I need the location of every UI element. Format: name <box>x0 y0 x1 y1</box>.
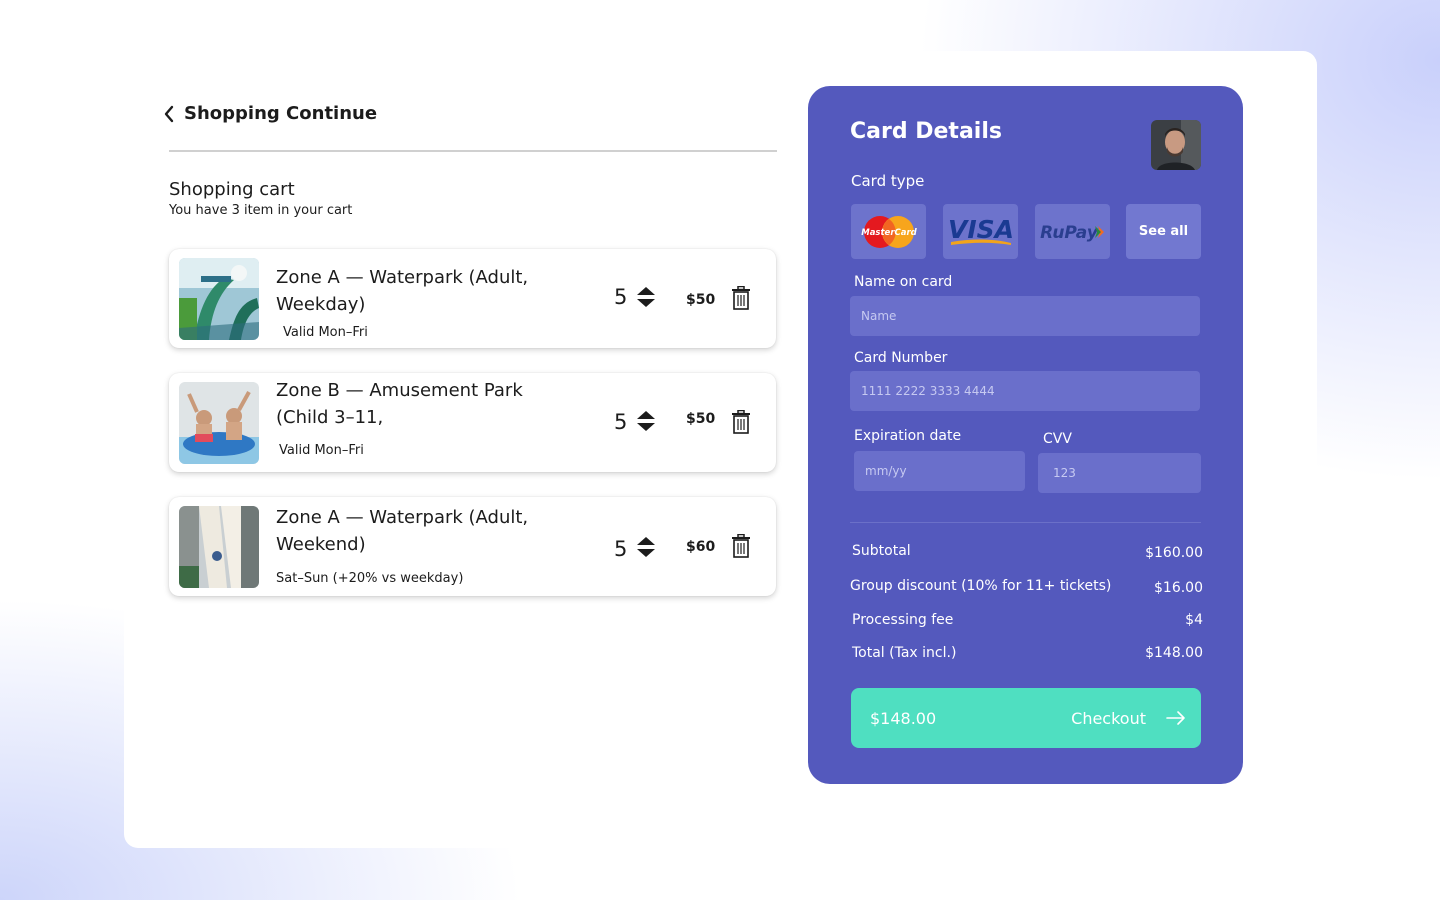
checkout-amount: $148.00 <box>870 709 937 728</box>
name-label: Name on card <box>854 274 953 290</box>
back-link[interactable]: Shopping Continue <box>163 103 377 124</box>
name-on-card-input[interactable] <box>850 296 1200 336</box>
quantity-value: 5 <box>614 537 628 561</box>
subtotal-value: $160.00 <box>1145 545 1203 561</box>
cart-item: Zone A — Waterpark (Adult, Weekend) Sat–… <box>169 497 776 596</box>
processing-fee-label: Processing fee <box>852 612 954 628</box>
quantity-stepper[interactable] <box>636 536 656 558</box>
item-title: Zone B — Amusement Park (Child 3–11, <box>276 380 523 428</box>
item-note: Sat–Sun (+20% vs weekday) <box>276 571 464 586</box>
sort-arrows-icon <box>637 537 655 557</box>
avatar[interactable] <box>1151 120 1201 170</box>
item-title: Zone A — Waterpark (Adult, Weekday) <box>276 267 529 315</box>
quantity-value: 5 <box>614 285 628 309</box>
quantity-value: 5 <box>614 410 628 434</box>
checkout-button[interactable]: $148.00 Checkout <box>851 688 1201 748</box>
cart-subtitle: You have 3 item in your cart <box>169 203 353 218</box>
cart-item: Zone B — Amusement Park (Child 3–11, Val… <box>169 373 776 472</box>
summary-divider <box>850 522 1201 523</box>
cvv-label: CVV <box>1043 431 1072 447</box>
rupay-logo-icon: RuPay <box>1040 223 1104 243</box>
checkout-label: Checkout <box>1071 709 1146 728</box>
rupay-logo-text: RuPay <box>1040 223 1099 243</box>
item-price: $50 <box>686 411 716 427</box>
item-title: Zone A — Waterpark (Adult, Weekend) <box>276 507 529 555</box>
item-note: Valid Mon–Fri <box>283 325 368 340</box>
panel-title: Card Details <box>850 119 1002 144</box>
chevron-left-icon <box>164 105 174 122</box>
sort-arrows-icon <box>637 411 655 431</box>
slide-tower-photo <box>179 506 259 588</box>
trash-icon[interactable] <box>731 286 751 310</box>
expiry-label: Expiration date <box>854 428 962 444</box>
card-type-label: Card type <box>851 172 925 190</box>
cart-item: Zone A — Waterpark (Adult, Weekday) Vali… <box>169 249 776 348</box>
visa-logo-icon: VISA <box>947 215 1014 245</box>
card-number-label: Card Number <box>854 350 948 366</box>
waterslide-photo <box>179 258 259 340</box>
quantity-stepper[interactable] <box>636 286 656 308</box>
total-label: Total (Tax incl.) <box>852 645 957 661</box>
item-price: $60 <box>686 539 716 555</box>
card-details-panel: Card Details Card type MasterCard VISA R… <box>808 86 1243 784</box>
card-type-mastercard[interactable]: MasterCard <box>851 204 926 259</box>
divider <box>169 150 777 152</box>
processing-fee-value: $4 <box>1185 612 1203 628</box>
see-all-card-types-button[interactable]: See all <box>1126 204 1201 259</box>
cart-title: Shopping cart <box>169 179 295 200</box>
total-value: $148.00 <box>1145 645 1203 661</box>
trash-icon[interactable] <box>731 534 751 558</box>
tube-ride-photo <box>179 382 259 464</box>
item-price: $50 <box>686 292 716 308</box>
trash-icon[interactable] <box>731 410 751 434</box>
sort-arrows-icon <box>637 287 655 307</box>
discount-value: $16.00 <box>1154 580 1203 596</box>
item-note: Valid Mon–Fri <box>279 443 364 458</box>
arrow-right-icon <box>1166 711 1185 725</box>
card-number-input[interactable] <box>850 371 1200 411</box>
back-link-label: Shopping Continue <box>184 103 378 124</box>
card-type-rupay[interactable]: RuPay <box>1035 204 1110 259</box>
mastercard-logo-icon: MasterCard <box>861 215 917 248</box>
discount-label: Group discount (10% for 11+ tickets) <box>850 578 1112 594</box>
mastercard-logo-text: MasterCard <box>861 228 917 238</box>
subtotal-label: Subtotal <box>852 543 911 559</box>
cvv-input[interactable] <box>1038 453 1201 493</box>
expiry-date-input[interactable] <box>854 451 1025 491</box>
card-type-visa[interactable]: VISA <box>943 204 1018 259</box>
quantity-stepper[interactable] <box>636 410 656 432</box>
